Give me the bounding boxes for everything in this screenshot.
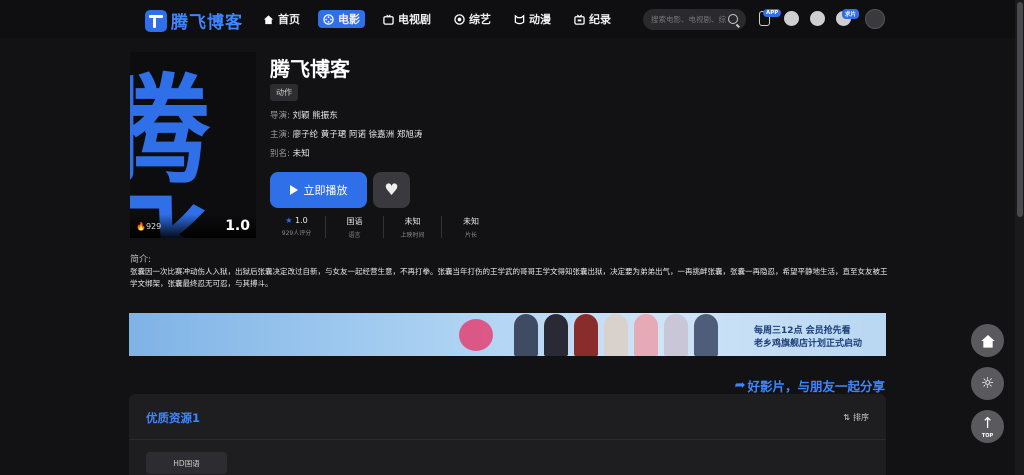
- top-label: TOP: [981, 433, 994, 439]
- nav-label-home: 首页: [278, 13, 300, 26]
- sort-icon: ⇅: [843, 413, 850, 422]
- user-avatar[interactable]: [865, 9, 885, 29]
- documentary-icon: [574, 13, 585, 25]
- banner-line2: 老乡鸡旗舰店计划正式启动: [754, 339, 863, 349]
- favorite-button[interactable]: ♥: [373, 172, 410, 208]
- movie-poster[interactable]: 腾飞 🔥929 1.0: [130, 52, 256, 238]
- site-logo[interactable]: 腾飞博客: [145, 8, 243, 33]
- nav-item-tv[interactable]: 电视剧: [378, 10, 436, 28]
- movie-title: 腾飞博客: [270, 57, 350, 81]
- stat-duration: 未知 片长: [442, 216, 500, 239]
- sort-label: 排序: [853, 413, 869, 422]
- home-icon: [263, 14, 274, 24]
- app-badge: APP: [763, 9, 782, 17]
- share-icon: ➦: [734, 378, 746, 393]
- share-link[interactable]: ➦ 好影片，与朋友一起分享: [735, 376, 885, 395]
- play-icon: [289, 185, 298, 195]
- director-row: 导演: 刘颖 熊振东: [270, 109, 338, 121]
- back-to-top-button[interactable]: ↑ TOP: [971, 410, 1004, 443]
- nav-label-documentary: 纪录: [589, 13, 611, 26]
- poster-heat: 🔥929: [136, 222, 162, 231]
- stat-rating-label: 929人评分: [281, 230, 312, 237]
- stat-release: 未知 上映时间: [384, 216, 442, 239]
- banner-figure: [574, 314, 598, 356]
- banner-figure: [634, 314, 658, 356]
- banner-figure: [664, 314, 688, 356]
- source-panel: 优质资源1 ⇅ 排序 HD国语: [129, 394, 886, 475]
- play-button[interactable]: 立即播放: [270, 172, 367, 208]
- alias-value: 未知: [292, 149, 310, 159]
- search-icon[interactable]: [728, 14, 738, 24]
- stat-release-label: 上映时间: [400, 232, 425, 239]
- banner-cast-photos: [514, 314, 718, 356]
- logo-icon: [145, 9, 167, 32]
- stat-release-value: 未知: [404, 217, 421, 226]
- home-float-button[interactable]: [971, 324, 1004, 357]
- theme-toggle-button[interactable]: ☼: [971, 367, 1004, 400]
- nav-label-tv: 电视剧: [398, 13, 431, 26]
- request-badge: 求片: [842, 9, 860, 19]
- cast-label: 主演:: [270, 130, 290, 140]
- nav-item-movie[interactable]: 电影: [318, 10, 365, 28]
- film-icon: [323, 13, 334, 25]
- stat-language-label: 语言: [348, 232, 361, 239]
- nav-label-anime: 动漫: [529, 13, 551, 26]
- stat-duration-value: 未知: [463, 217, 479, 226]
- star-icon: ★: [285, 216, 293, 225]
- poster-score: 1.0: [225, 218, 250, 234]
- source-tab[interactable]: 优质资源1: [146, 410, 200, 426]
- arrow-up-icon: ↑: [981, 414, 994, 432]
- nav-item-documentary[interactable]: 纪录: [569, 10, 616, 28]
- banner-figure: [604, 314, 628, 356]
- director-value[interactable]: 刘颖 熊振东: [293, 111, 338, 121]
- genre-tag[interactable]: 动作: [270, 84, 298, 101]
- tv-icon: [383, 14, 394, 25]
- sort-button[interactable]: ⇅ 排序: [843, 412, 869, 423]
- nav-label-variety: 综艺: [469, 13, 491, 26]
- nav-item-variety[interactable]: 综艺: [449, 10, 496, 28]
- episode-button[interactable]: HD国语: [146, 452, 227, 474]
- banner-show-logo: [459, 319, 493, 351]
- poster-heat-value: 929: [145, 222, 162, 231]
- search-box[interactable]: [643, 9, 746, 30]
- banner-figure: [694, 314, 718, 356]
- banner-line1: 每周三12点 会员抢先看: [754, 326, 851, 336]
- stat-duration-label: 片长: [464, 232, 477, 239]
- history-icon[interactable]: [810, 11, 825, 26]
- stat-rating-value: 1.0: [294, 216, 308, 225]
- top-navbar: 腾飞博客 首页 电影 电视剧 综艺 动漫 纪录 APP: [0, 0, 1024, 38]
- play-label: 立即播放: [303, 184, 348, 197]
- cast-value[interactable]: 廖子纶 黄子珺 阿诺 徐嘉洲 郑旭涛: [293, 130, 423, 140]
- sun-icon: ☼: [980, 374, 995, 392]
- nav-item-home[interactable]: 首页: [258, 10, 305, 28]
- search-input[interactable]: [651, 15, 726, 24]
- page-scrollbar[interactable]: [1015, 0, 1024, 475]
- share-text: 好影片，与朋友一起分享: [747, 379, 885, 394]
- alias-label: 别名:: [270, 149, 290, 159]
- banner-figure: [514, 314, 538, 356]
- nav-label-movie: 电影: [338, 13, 360, 26]
- logo-text: 腾飞博客: [171, 13, 243, 33]
- alias-row: 别名: 未知: [270, 147, 310, 159]
- ranking-icon[interactable]: [784, 11, 799, 26]
- movie-stats: ★ 1.0 929人评分 国语 语言 未知 上映时间 未知 片长: [268, 216, 500, 239]
- heart-icon: ♥: [384, 180, 399, 199]
- banner-figure: [544, 314, 568, 356]
- source-panel-header: 优质资源1 ⇅ 排序: [129, 394, 886, 440]
- nav-item-anime[interactable]: 动漫: [509, 10, 556, 28]
- stat-rating: ★ 1.0 929人评分: [268, 216, 326, 238]
- home-icon: [980, 334, 995, 348]
- scrollbar-thumb[interactable]: [1017, 2, 1023, 217]
- director-label: 导演:: [270, 111, 290, 121]
- stat-language-value: 国语: [346, 217, 363, 226]
- variety-icon: [454, 13, 465, 25]
- main-nav: 首页 电影 电视剧 综艺 动漫 纪录: [258, 10, 629, 28]
- anime-icon: [514, 13, 525, 24]
- cast-row: 主演: 廖子纶 黄子珺 阿诺 徐嘉洲 郑旭涛: [270, 128, 422, 140]
- intro-text: 张囊因一次比赛冲动伤人入狱，出狱后张囊决定改过自新，与女友一起经营生意，不再打拳…: [130, 267, 888, 288]
- stat-language: 国语 语言: [326, 216, 384, 239]
- promo-banner[interactable]: 每周三12点 会员抢先看 老乡鸡旗舰店计划正式启动: [129, 313, 886, 356]
- intro-label: 简介:: [130, 255, 152, 265]
